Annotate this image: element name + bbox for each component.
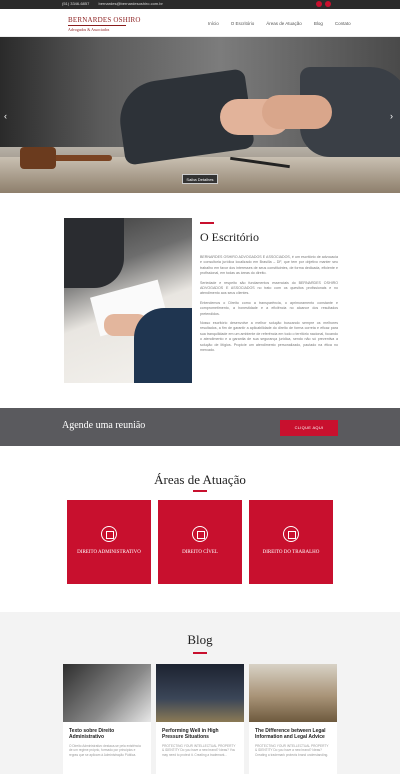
schedule-cta-button[interactable]: CLIQUE AQUI xyxy=(280,420,338,436)
blog-post-card[interactable]: The Difference between Legal Information… xyxy=(249,664,337,774)
logo-tagline: Advogados & Associados xyxy=(68,27,110,32)
area-label: DIREITO DO TRABALHO xyxy=(262,550,320,555)
logo[interactable]: BERNARDES OSHIRO Advogados & Associados xyxy=(68,16,141,32)
office-person-right xyxy=(134,308,192,383)
office-paragraph-4: Nosso escritório desenvolve a melhor sol… xyxy=(200,321,338,353)
office-person-left xyxy=(64,218,124,288)
nav-item-blog[interactable]: Blog xyxy=(314,21,323,26)
blog-post-excerpt: PROTECTING YOUR INTELLECTUAL PROPERTY & … xyxy=(255,744,329,757)
area-card-civel[interactable]: DIREITO CÍVEL xyxy=(158,500,242,584)
blog-post-card[interactable]: Texto sobre Direito Administrativo O Dir… xyxy=(63,664,151,774)
area-card-trabalho[interactable]: DIREITO DO TRABALHO xyxy=(249,500,333,584)
gavel-handle xyxy=(52,155,112,161)
site-header: BERNARDES OSHIRO Advogados & Associados … xyxy=(0,9,400,37)
nav-item-escritorio[interactable]: O Escritório xyxy=(231,21,255,26)
instagram-icon[interactable] xyxy=(325,1,331,7)
hero-button[interactable]: Saiba Detalhes xyxy=(182,174,218,184)
blog-post-image xyxy=(156,664,244,722)
scale-person-icon xyxy=(101,526,117,542)
area-label: DIREITO CÍVEL xyxy=(182,550,218,555)
office-title: O Escritório xyxy=(200,230,259,244)
contact-info: (51) 3346-6857 bernardes@bernardesoshiro… xyxy=(62,1,171,6)
nav-item-contato[interactable]: Contato xyxy=(335,21,351,26)
blog-title: Blog xyxy=(187,632,213,647)
hero-hand-right xyxy=(262,95,332,129)
blog-accent-bar xyxy=(193,652,207,654)
blog-post-card[interactable]: Performing Well in High Pressure Situati… xyxy=(156,664,244,774)
slider-next-icon[interactable]: › xyxy=(390,111,393,121)
logo-divider xyxy=(68,25,126,26)
phone-text[interactable]: (51) 3346-6857 xyxy=(62,1,89,6)
blog-post-image xyxy=(63,664,151,722)
office-paragraph-2: Seriedade e respeito são fundamentos ess… xyxy=(200,280,338,296)
nav-item-areas[interactable]: Áreas de Atuação xyxy=(266,21,302,26)
nav-item-inicio[interactable]: Início xyxy=(208,21,219,26)
blog-post-image xyxy=(249,664,337,722)
blog-post-title[interactable]: The Difference between Legal Information… xyxy=(255,728,331,740)
hero-slider: ‹ › Saiba Detalhes xyxy=(0,37,400,193)
office-paragraph-3: Entendemos o Direito como a transparênci… xyxy=(200,300,338,316)
schedule-title: Agende uma reunião xyxy=(62,420,146,431)
top-bar: (51) 3346-6857 bernardes@bernardesoshiro… xyxy=(0,0,400,9)
office-image xyxy=(64,218,192,383)
office-paragraph-1: BERNARDES OSHIRO ADVOGADOS E ASSOCIADOS,… xyxy=(200,255,338,276)
slider-prev-icon[interactable]: ‹ xyxy=(4,111,7,121)
facebook-icon[interactable] xyxy=(316,1,322,7)
area-label: DIREITO ADMINISTRATIVO xyxy=(77,550,141,555)
blog-post-title[interactable]: Texto sobre Direito Administrativo xyxy=(69,728,145,740)
hand-document-icon xyxy=(192,526,208,542)
areas-title: Áreas de Atuação xyxy=(154,472,246,487)
area-card-administrativo[interactable]: DIREITO ADMINISTRATIVO xyxy=(67,500,151,584)
office-accent-bar xyxy=(200,222,214,224)
blog-post-title[interactable]: Performing Well in High Pressure Situati… xyxy=(162,728,238,740)
blog-post-excerpt: PROTECTING YOUR INTELLECTUAL PROPERTY & … xyxy=(162,744,236,757)
blog-post-excerpt: O Direito Administrativo destaca-se pela… xyxy=(69,744,141,757)
email-text[interactable]: bernardes@bernardesoshiro.com.br xyxy=(98,1,162,6)
social-links xyxy=(316,1,331,7)
schedule-banner: Agende uma reunião CLIQUE AQUI xyxy=(0,408,400,446)
handshake-icon xyxy=(283,526,299,542)
main-nav: Início O Escritório Áreas de Atuação Blo… xyxy=(208,21,351,26)
logo-name: BERNARDES OSHIRO xyxy=(68,16,141,24)
gavel-head xyxy=(20,147,56,169)
areas-accent-bar xyxy=(193,490,207,492)
office-section: O Escritório BERNARDES OSHIRO ADVOGADOS … xyxy=(200,222,338,358)
